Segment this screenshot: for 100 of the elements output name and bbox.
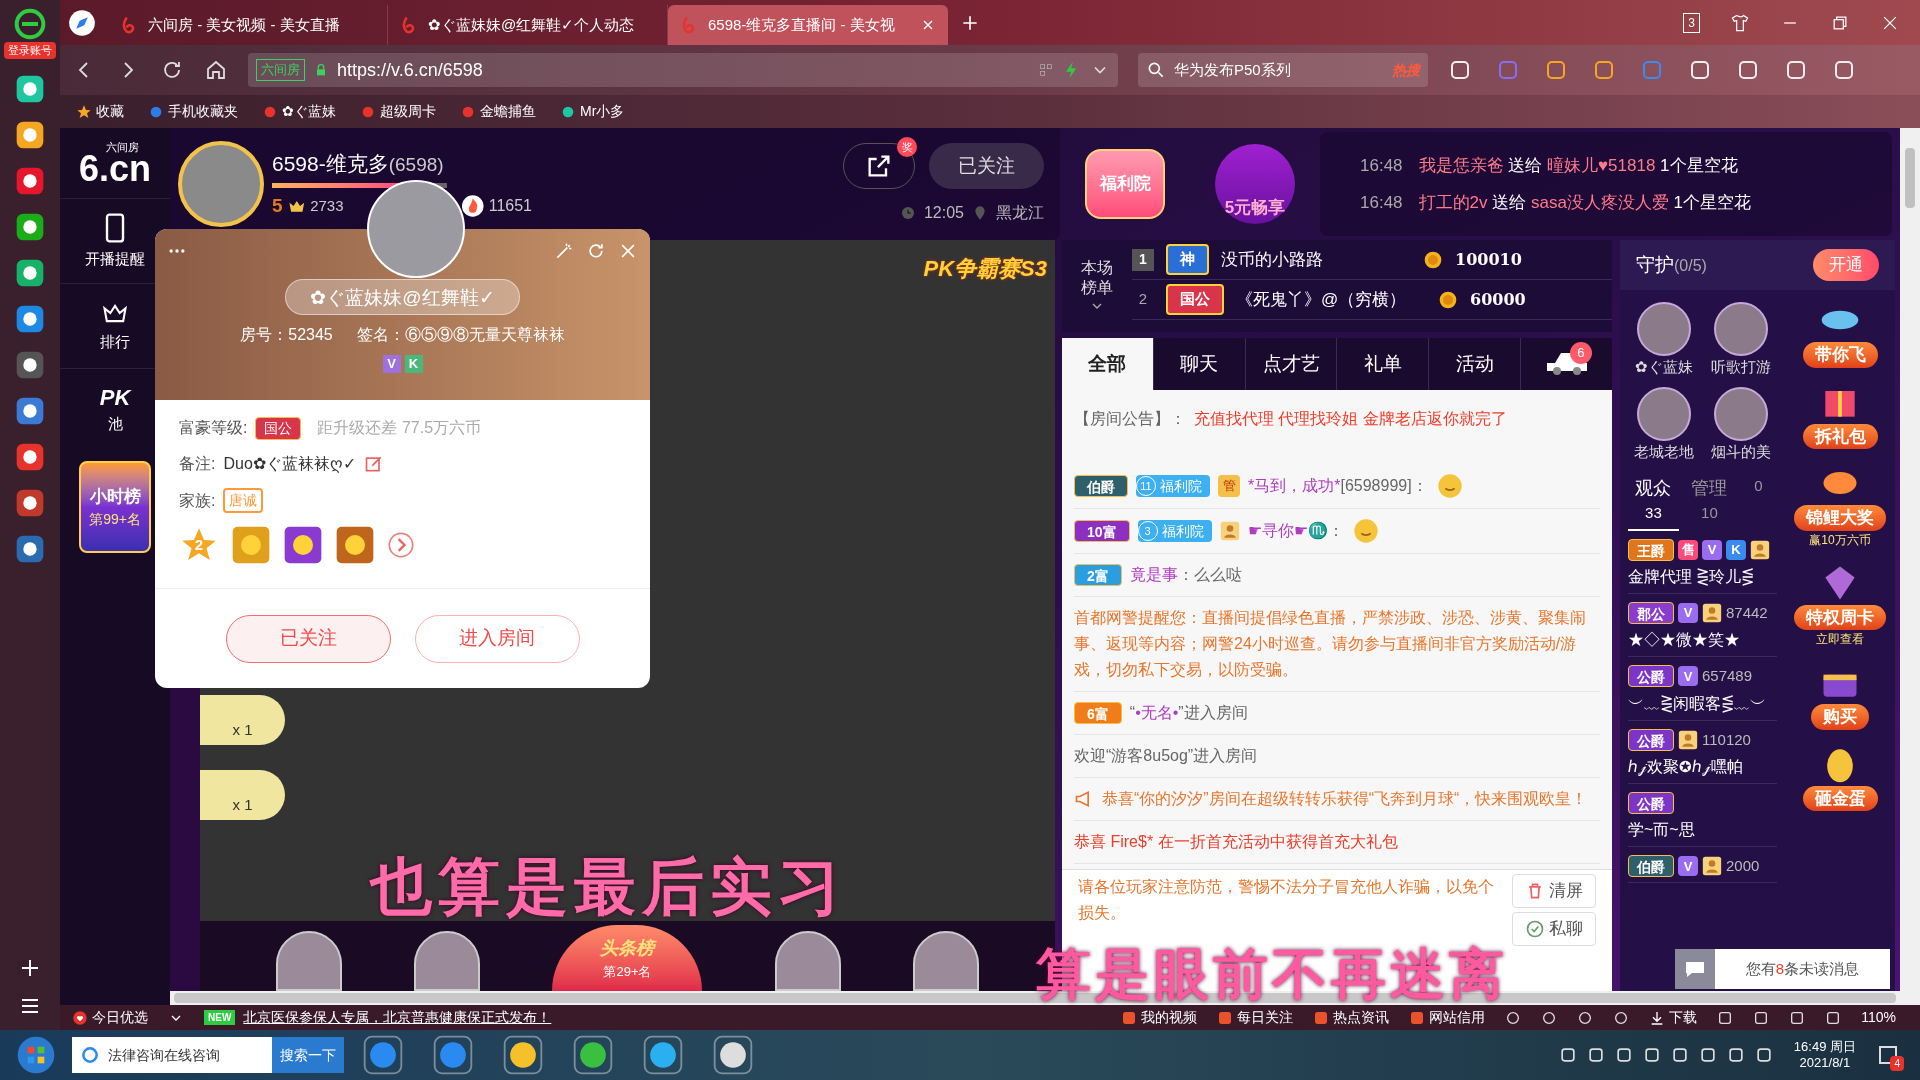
guard-count: (0/5) (1674, 255, 1707, 276)
avatar[interactable] (276, 931, 343, 991)
fan-count: 11651 (488, 196, 532, 217)
follow-button[interactable]: 已关注 (929, 143, 1044, 189)
username[interactable]: ︶﹏⋛闲暇客⋚﹏︶ (1628, 691, 1777, 716)
message-text: ： (1327, 521, 1344, 541)
headline-rank-badge[interactable]: 头条榜 第29+名 (552, 925, 703, 991)
avatar[interactable] (414, 931, 481, 991)
browser-tab[interactable]: 6598-维克多直播间 - 美女视 (668, 5, 948, 45)
coin-count: 2733 (310, 196, 344, 216)
bookmark-item[interactable]: 收藏 (76, 101, 124, 122)
username[interactable]: 《死鬼丫》@（穷横） (1236, 286, 1426, 313)
live-duration: 12:05 (923, 203, 964, 223)
site-logo[interactable]: 六间房 6.cn (78, 128, 151, 198)
warning-text: 损失。 (1078, 903, 1127, 923)
score-text: 60000 (1470, 288, 1526, 311)
message-text: 首都网警提醒您：直播间提倡绿色直播，严禁涉政、涉恐、涉黄、聚集闹事、返现等内容；网警24小时巡查。请勿参与直播间非官方奖励活动/游戏，切勿私下交易，以防受骗。 (1074, 608, 1587, 680)
fan-club-badge: 11 福利院 (1136, 475, 1210, 497)
enter-room-button[interactable]: 进入房间 (414, 614, 580, 663)
medal-icon (231, 525, 271, 565)
notification-icon[interactable] (1876, 1043, 1900, 1067)
promo-badge[interactable]: 5元畅享 (1215, 144, 1295, 224)
avatar[interactable] (774, 931, 841, 991)
check-circle-icon (1525, 919, 1545, 939)
audience-tab[interactable]: 观众 33 (1628, 475, 1679, 531)
announcement-text: 恭喜 Fire$* 在一折首充活动中获得首充大礼包 (1074, 832, 1399, 852)
clock-time[interactable]: 16:49 周日 (1793, 1038, 1856, 1055)
refresh-icon[interactable] (586, 241, 606, 261)
shirt-icon[interactable] (1730, 13, 1750, 33)
guard-name[interactable]: 烟斗的美 (1710, 440, 1771, 463)
avatar[interactable] (912, 931, 979, 991)
avatar[interactable] (1637, 302, 1692, 356)
promo-card[interactable]: 锦鲤大奖 赢10万六币 (1790, 461, 1890, 549)
news-link[interactable]: 北京医保参保人专属，北京普惠健康保正式发布！ (243, 1007, 552, 1028)
chat-tab[interactable]: 全部 (1062, 338, 1153, 390)
username[interactable]: ☛寻你☛♏ (1247, 518, 1328, 544)
address-field[interactable]: 六间房 https://v.6.cn/6598 (248, 53, 1118, 87)
anchor-id: (6598) (388, 152, 444, 177)
status-link[interactable]: 网站信用 (1409, 1007, 1486, 1028)
upgrade-note: 距升级还差 77.5万六币 (317, 418, 482, 438)
avatar[interactable] (1713, 302, 1768, 356)
compass-icon[interactable] (68, 9, 96, 37)
bookmark-item[interactable]: ✿ぐ蓝妹 (262, 101, 336, 122)
new-tag: NEW (204, 1010, 236, 1025)
edit-icon[interactable] (363, 454, 384, 474)
login-button[interactable]: 登录账号 (4, 42, 56, 59)
new-tab-icon[interactable] (960, 13, 980, 33)
search-field[interactable]: 法律咨询在线咨询 (72, 1037, 272, 1073)
audience-tab[interactable]: 0 (1739, 475, 1777, 531)
zoom-level[interactable]: 110% (1861, 1007, 1896, 1028)
user-tag: V (382, 355, 401, 373)
search-field[interactable]: 华为发布P50系列 热搜 (1138, 53, 1428, 87)
tab-title: 6598-维克多直播间 - 美女视 (708, 14, 896, 35)
private-chat-button[interactable]: 私聊 (1512, 912, 1596, 946)
promo-card[interactable]: 特权周卡 立即查看 (1790, 560, 1890, 648)
rank-badge: 公爵 (1628, 792, 1674, 814)
tab-title: 六间房 - 美女视频 - 美女直播 (148, 14, 341, 35)
rank-badge: 2富 (1074, 564, 1122, 586)
hour-rank-card[interactable]: 小时榜 第99+名 (79, 461, 151, 553)
chevron-right-circle-icon[interactable] (387, 531, 415, 559)
home-icon[interactable] (204, 58, 228, 82)
username[interactable]: ★◇★微★笑★ (1628, 628, 1777, 652)
rank-badge: 王爵 (1628, 538, 1674, 561)
bookmark-item[interactable]: Mr小多 (560, 101, 625, 122)
status-link[interactable]: 每日关注 (1217, 1007, 1294, 1028)
level-number: 5 (272, 194, 283, 218)
rank-badge: 郡公 (1628, 601, 1674, 624)
username[interactable]: ℎ𝒿欢聚✪ℎ𝒿嘿帕 (1628, 755, 1777, 779)
search-text: 法律咨询在线咨询 (108, 1045, 220, 1065)
status-link[interactable]: 热点资讯 (1313, 1007, 1390, 1028)
coin-icon (1423, 249, 1443, 270)
start-icon[interactable] (16, 1035, 56, 1075)
share-button[interactable] (843, 143, 915, 189)
wand-icon[interactable] (554, 241, 574, 261)
clear-screen-button[interactable]: 清屏 (1512, 874, 1596, 908)
hour-rank-title: 小时榜 (89, 485, 141, 508)
download-button[interactable]: 下载 (1649, 1007, 1698, 1028)
guard-name[interactable]: 听歌打游 (1710, 356, 1771, 379)
audience-tab[interactable]: 管理 10 (1690, 475, 1728, 531)
username[interactable]: 没币的小路路 (1221, 246, 1411, 273)
search-button[interactable]: 搜索一下 (272, 1037, 344, 1073)
today-picks-link[interactable]: 今日优选 (72, 1007, 148, 1028)
unread-messages-bar[interactable]: 您有8条未读消息 (1675, 949, 1890, 989)
coin-icon (1438, 289, 1458, 310)
bookmark-item[interactable]: 手机收藏夹 (148, 101, 238, 122)
username[interactable]: 竟是事 (1129, 562, 1178, 588)
username[interactable]: •无名• (1135, 700, 1179, 726)
scrollbar[interactable] (1900, 128, 1920, 1005)
clock-date[interactable]: 2021/8/1 (1799, 1055, 1851, 1072)
guard-name[interactable]: ✿ぐ蓝妹 (1635, 356, 1694, 379)
window-count[interactable]: 3 (1683, 13, 1700, 33)
bookmark-item[interactable]: 超级周卡 (360, 101, 436, 122)
message-text: [6598999]： (1340, 476, 1428, 496)
bookmark-item[interactable]: 金蟾捕鱼 (460, 101, 536, 122)
emoji-icon (1351, 517, 1380, 545)
guard-name[interactable]: 老城老地 (1634, 440, 1695, 463)
username[interactable]: 学~而~思 (1628, 818, 1777, 842)
username[interactable]: *马到，成功* (1248, 473, 1341, 499)
username[interactable]: 金牌代理 ⋛玲儿⋚ (1628, 564, 1777, 589)
status-link[interactable]: 我的视频 (1121, 1007, 1198, 1028)
